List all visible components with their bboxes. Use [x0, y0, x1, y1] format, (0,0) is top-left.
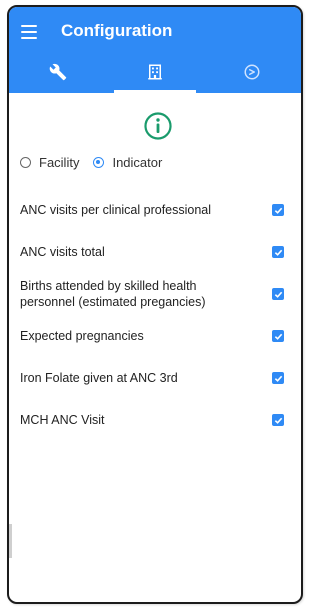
indicator-checkbox[interactable] [272, 246, 284, 258]
wrench-icon [49, 63, 66, 81]
scrollbar-thumb[interactable] [9, 524, 12, 558]
clock-icon [244, 64, 260, 80]
list-item[interactable]: ANC visits per clinical professional [20, 189, 292, 231]
check-icon [274, 417, 282, 424]
tab-organisation[interactable] [106, 51, 203, 93]
check-icon [274, 333, 282, 340]
list-item[interactable]: Births attended by skilled health person… [20, 273, 292, 315]
list-item[interactable]: ANC visits total [20, 231, 292, 273]
device-frame: Configuration Facility Indicator ANC vis… [7, 5, 303, 604]
indicator-checkbox[interactable] [272, 288, 284, 300]
menu-icon[interactable] [21, 25, 37, 39]
selection-radio-group: Facility Indicator [20, 155, 176, 170]
check-icon [274, 207, 282, 214]
indicator-checkbox[interactable] [272, 204, 284, 216]
indicator-label: ANC visits total [20, 245, 105, 259]
indicator-label: Expected pregnancies [20, 329, 144, 343]
building-icon [148, 64, 162, 80]
indicator-label: Iron Folate given at ANC 3rd [20, 371, 178, 385]
list-item[interactable]: MCH ANC Visit [20, 399, 292, 441]
list-item[interactable]: Expected pregnancies [20, 315, 292, 357]
check-icon [274, 375, 282, 382]
tab-settings[interactable] [9, 51, 106, 93]
radio-indicator-label: Indicator [112, 155, 163, 170]
tab-bar [9, 51, 301, 93]
indicator-list: ANC visits per clinical professional ANC… [20, 189, 292, 441]
indicator-label: MCH ANC Visit [20, 413, 105, 427]
indicator-checkbox[interactable] [272, 330, 284, 342]
radio-indicator[interactable] [93, 157, 105, 168]
tab-period[interactable] [204, 51, 301, 93]
check-icon [274, 291, 282, 298]
indicator-label: ANC visits per clinical professional [20, 203, 212, 217]
list-item[interactable]: Iron Folate given at ANC 3rd [20, 357, 292, 399]
page-title: Configuration [61, 21, 173, 40]
check-icon [274, 249, 282, 256]
info-icon [144, 112, 172, 140]
indicator-label: Births attended by skilled health person… [20, 279, 206, 309]
radio-facility[interactable] [20, 157, 31, 168]
info-button[interactable] [143, 111, 173, 146]
indicator-checkbox[interactable] [272, 414, 284, 426]
radio-facility-label: Facility [39, 155, 80, 170]
indicator-checkbox[interactable] [272, 372, 284, 384]
app-bar: Configuration [9, 7, 301, 93]
